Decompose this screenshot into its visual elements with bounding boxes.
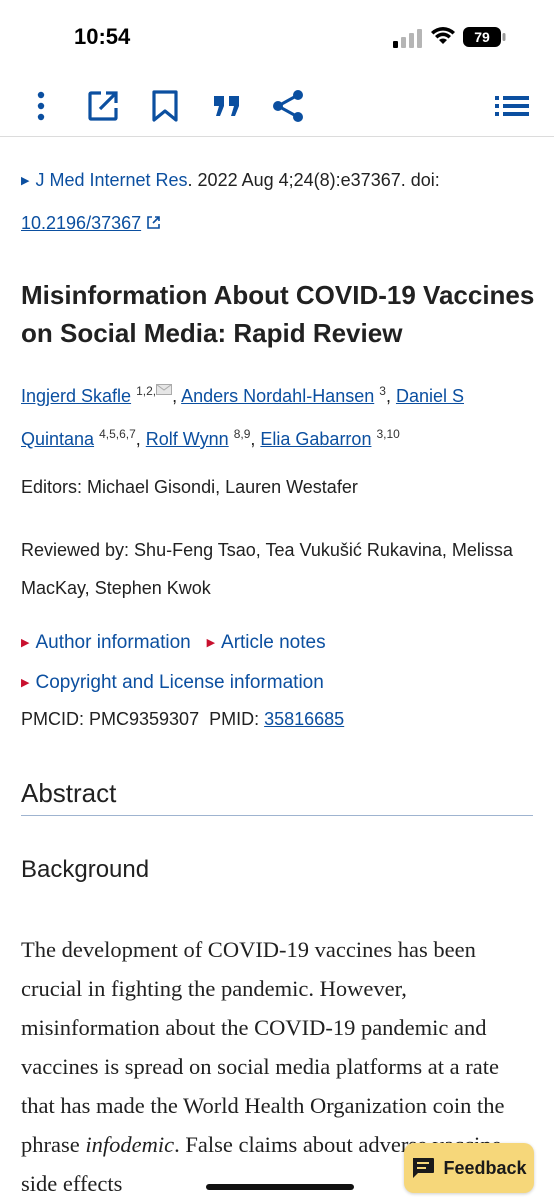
article-title: Misinformation About COVID-19 Vaccines o… [21, 280, 535, 348]
author-link[interactable]: Elia Gabarron [260, 429, 371, 449]
pmid-label: PMID: [209, 709, 265, 729]
copyright-license-toggle[interactable]: Copyright and License information [35, 672, 323, 693]
editors-line: Editors: Michael Gisondi, Lauren Westafe… [21, 477, 358, 497]
background-heading: Background [21, 856, 150, 883]
citation-line: ▶ J Med Internet Res. 2022 Aug 4;24(8):e3… [21, 160, 541, 243]
bookmark-icon[interactable] [147, 88, 183, 124]
abstract-emphasis: infodemic [85, 1132, 175, 1157]
abstract-heading: Abstract [21, 778, 533, 816]
expand-triangle-icon[interactable]: ▶ [207, 637, 215, 649]
journal-link[interactable]: J Med Internet Res [35, 170, 187, 190]
author-link[interactable]: Ingjerd Skafle [21, 386, 131, 406]
expand-triangle-icon[interactable]: ▶ [21, 637, 29, 649]
status-time: 10:54 [74, 24, 131, 49]
author-information-toggle[interactable]: Author information [35, 632, 190, 653]
author-link[interactable]: Rolf Wynn [146, 429, 229, 449]
author-affiliation[interactable]: 4,5,6,7 [99, 427, 136, 441]
author-link[interactable]: Anders Nordahl-Hansen [181, 386, 374, 406]
chat-bubble-icon [413, 1158, 435, 1178]
reviewers-line: Reviewed by: Shu-Feng Tsao, Tea Vukušić … [21, 540, 513, 598]
external-link-icon[interactable] [146, 215, 161, 230]
battery-icon: 79 [463, 27, 506, 47]
citation-details: . 2022 Aug 4;24(8):e37367. doi: [187, 170, 440, 190]
author-affiliation[interactable]: 1,2, [136, 384, 156, 398]
more-vertical-icon[interactable] [23, 88, 59, 124]
doi-link[interactable]: 10.2196/37367 [21, 213, 141, 233]
author-affiliation[interactable]: 3 [379, 384, 386, 398]
battery-level: 79 [474, 29, 490, 45]
share-icon[interactable] [270, 88, 306, 124]
menu-list-icon[interactable] [494, 88, 530, 124]
article-info-toggles: ▶ Author information ▶ Article notes ▶ Copy… [21, 624, 541, 704]
feedback-label: Feedback [443, 1157, 527, 1178]
status-bar: 10:54 79 [0, 0, 554, 72]
home-indicator[interactable] [206, 1184, 354, 1190]
email-icon[interactable] [156, 384, 173, 395]
wifi-icon [431, 27, 455, 44]
author-affiliation[interactable]: 8,9 [234, 427, 251, 441]
cellular-signal-icon [393, 29, 422, 48]
article-ids: PMCID: PMC9359307 PMID: 35816685 [21, 704, 541, 734]
article-toolbar [0, 78, 554, 137]
feedback-button[interactable]: Feedback [404, 1143, 534, 1193]
open-external-icon[interactable] [85, 88, 121, 124]
pmid-link[interactable]: 35816685 [264, 709, 344, 729]
article-notes-toggle[interactable]: Article notes [221, 632, 326, 653]
author-list: Ingjerd Skafle 1,2,, Anders Nordahl-Hans… [21, 384, 464, 449]
cite-quote-icon[interactable] [209, 88, 245, 124]
expand-triangle-icon[interactable]: ▶ [21, 175, 29, 187]
author-affiliation[interactable]: 3,10 [376, 427, 399, 441]
abstract-text: The development of COVID-19 vaccines has… [21, 937, 505, 1157]
pmcid: PMCID: PMC9359307 [21, 709, 200, 729]
expand-triangle-icon[interactable]: ▶ [21, 677, 29, 689]
